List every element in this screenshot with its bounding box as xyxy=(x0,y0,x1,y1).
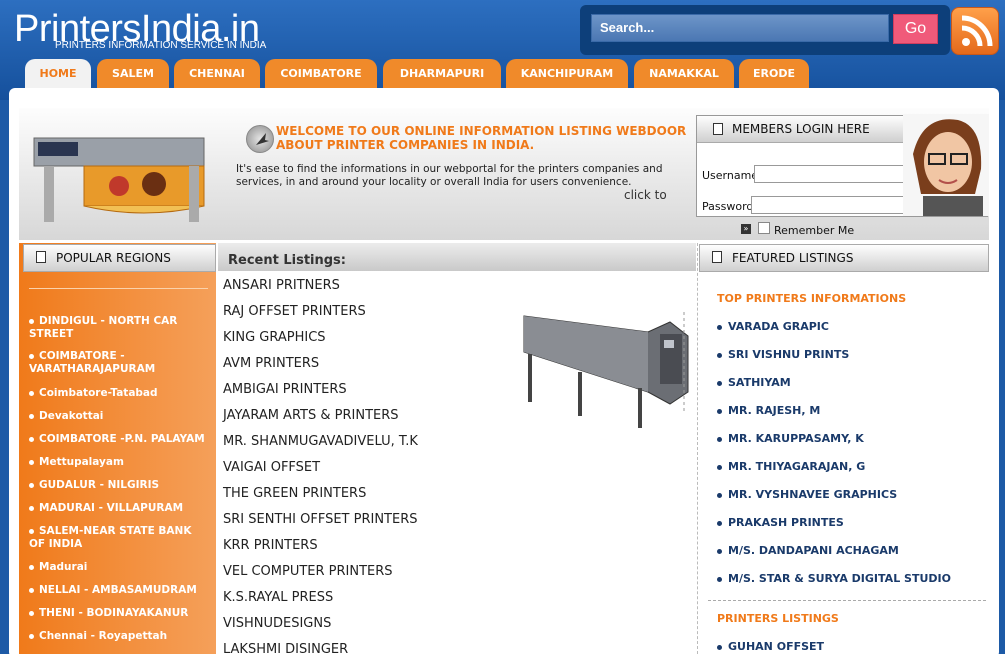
listing-link[interactable]: JAYARAM ARTS & PRINTERS xyxy=(223,408,399,423)
tab-kanchipuram[interactable]: KANCHIPURAM xyxy=(506,59,628,89)
listing-link[interactable]: THE GREEN PRINTERS xyxy=(223,486,366,501)
listing-link[interactable]: RAJ OFFSET PRINTERS xyxy=(223,304,366,319)
tab-erode[interactable]: ERODE xyxy=(739,59,809,89)
document-icon xyxy=(713,123,723,135)
listing-link[interactable]: SRI SENTHI OFFSET PRINTERS xyxy=(223,512,418,527)
featured-link[interactable]: SRI VISHNU PRINTS xyxy=(717,348,849,361)
region-link[interactable]: GUDALUR - NILGIRIS xyxy=(29,479,211,492)
wide-format-printer-image xyxy=(33,137,205,222)
login-title: MEMBERS LOGIN HERE xyxy=(732,122,870,136)
featured-link[interactable]: PRAKASH PRINTES xyxy=(717,516,844,529)
listing-link[interactable]: AMBIGAI PRINTERS xyxy=(223,382,347,397)
go-button[interactable]: Go xyxy=(893,14,938,44)
featured-link[interactable]: GUHAN OFFSET xyxy=(717,640,824,653)
rss-icon[interactable] xyxy=(951,7,999,55)
password-label: Password xyxy=(702,200,754,213)
divider xyxy=(708,600,986,601)
region-link[interactable]: COIMBATORE - VARATHARAJAPURAM xyxy=(29,350,211,376)
remember-me-label: Remember Me xyxy=(774,224,855,237)
tab-dharmapuri[interactable]: DHARMAPURI xyxy=(383,59,501,89)
listing-link[interactable]: VAIGAI OFFSET xyxy=(223,460,320,475)
featured-link[interactable]: MR. RAJESH, M xyxy=(717,404,820,417)
listing-link[interactable]: VISHNUDESIGNS xyxy=(223,616,331,631)
tab-coimbatore[interactable]: COIMBATORE xyxy=(265,59,377,89)
username-label: Username xyxy=(702,169,759,182)
region-link[interactable]: SALEM-NEAR STATE BANK OF INDIA xyxy=(29,525,211,551)
site-tagline: PRINTERS INFORMATION SERVICE IN INDIA xyxy=(55,40,267,51)
listing-link[interactable]: AVM PRINTERS xyxy=(223,356,319,371)
large-printer-image xyxy=(523,312,689,428)
region-link[interactable]: NELLAI - AMBASAMUDRAM xyxy=(29,584,211,597)
tab-home[interactable]: HOME xyxy=(25,59,91,89)
woman-avatar-image xyxy=(903,114,989,216)
welcome-text: It's ease to find the informations in ou… xyxy=(236,163,663,188)
search-input[interactable]: Search... xyxy=(591,14,889,42)
arrow-cursor-icon xyxy=(246,125,274,153)
remember-me-checkbox[interactable] xyxy=(758,222,770,234)
listing-link[interactable]: ANSARI PRITNERS xyxy=(223,278,340,293)
region-link[interactable]: Madurai xyxy=(29,561,211,574)
listing-link[interactable]: KRR PRINTERS xyxy=(223,538,318,553)
arrow-right-icon: » xyxy=(741,224,751,234)
region-link[interactable]: THENI - BODINAYAKANUR xyxy=(29,607,211,620)
listing-link[interactable]: VEL COMPUTER PRINTERS xyxy=(223,564,393,579)
recent-listings-title: Recent Listings: xyxy=(228,253,346,268)
divider xyxy=(29,288,208,289)
featured-link[interactable]: M/S. DANDAPANI ACHAGAM xyxy=(717,544,899,557)
region-link[interactable]: Devakottai xyxy=(29,410,211,423)
tab-salem[interactable]: SALEM xyxy=(97,59,169,89)
featured-link[interactable]: MR. THIYAGARAJAN, G xyxy=(717,460,865,473)
region-link[interactable]: Mettupalayam xyxy=(29,456,211,469)
listing-link[interactable]: KING GRAPHICS xyxy=(223,330,326,345)
featured-link[interactable]: MR. KARUPPASAMY, K xyxy=(717,432,864,445)
password-field[interactable] xyxy=(751,196,923,214)
region-link[interactable]: DINDIGUL - NORTH CAR STREET xyxy=(29,315,211,341)
featured-link[interactable]: M/S. STAR & SURYA DIGITAL STUDIO xyxy=(717,572,951,585)
welcome-title: WELCOME TO OUR ONLINE INFORMATION LISTIN… xyxy=(276,124,687,152)
printers-listings-heading: PRINTERS LISTINGS xyxy=(717,612,839,625)
username-field[interactable] xyxy=(754,165,926,183)
featured-link[interactable]: MR. VYSHNAVEE GRAPHICS xyxy=(717,488,897,501)
tab-namakkal[interactable]: NAMAKKAL xyxy=(634,59,734,89)
document-icon xyxy=(36,251,46,263)
featured-link[interactable]: SATHIYAM xyxy=(717,376,791,389)
popular-regions-title: POPULAR REGIONS xyxy=(56,251,171,265)
region-link[interactable]: Chennai - Royapettah xyxy=(29,630,211,643)
listing-link[interactable]: MR. SHANMUGAVADIVELU, T.K xyxy=(223,434,418,449)
region-link[interactable]: Coimbatore-Tatabad xyxy=(29,387,211,400)
featured-link[interactable]: VARADA GRAPIC xyxy=(717,320,829,333)
region-link[interactable]: COIMBATORE -P.N. PALAYAM xyxy=(29,433,211,446)
top-printers-heading: TOP PRINTERS INFORMATIONS xyxy=(717,292,907,305)
tab-chennai[interactable]: CHENNAI xyxy=(174,59,260,89)
region-link[interactable]: MADURAI - VILLAPURAM xyxy=(29,502,211,515)
click-to-link[interactable]: click to xyxy=(624,188,667,202)
listing-link[interactable]: LAKSHMI DISINGER xyxy=(223,642,348,654)
document-icon xyxy=(712,251,722,263)
featured-listings-title: FEATURED LISTINGS xyxy=(732,251,854,265)
listing-link[interactable]: K.S.RAYAL PRESS xyxy=(223,590,333,605)
